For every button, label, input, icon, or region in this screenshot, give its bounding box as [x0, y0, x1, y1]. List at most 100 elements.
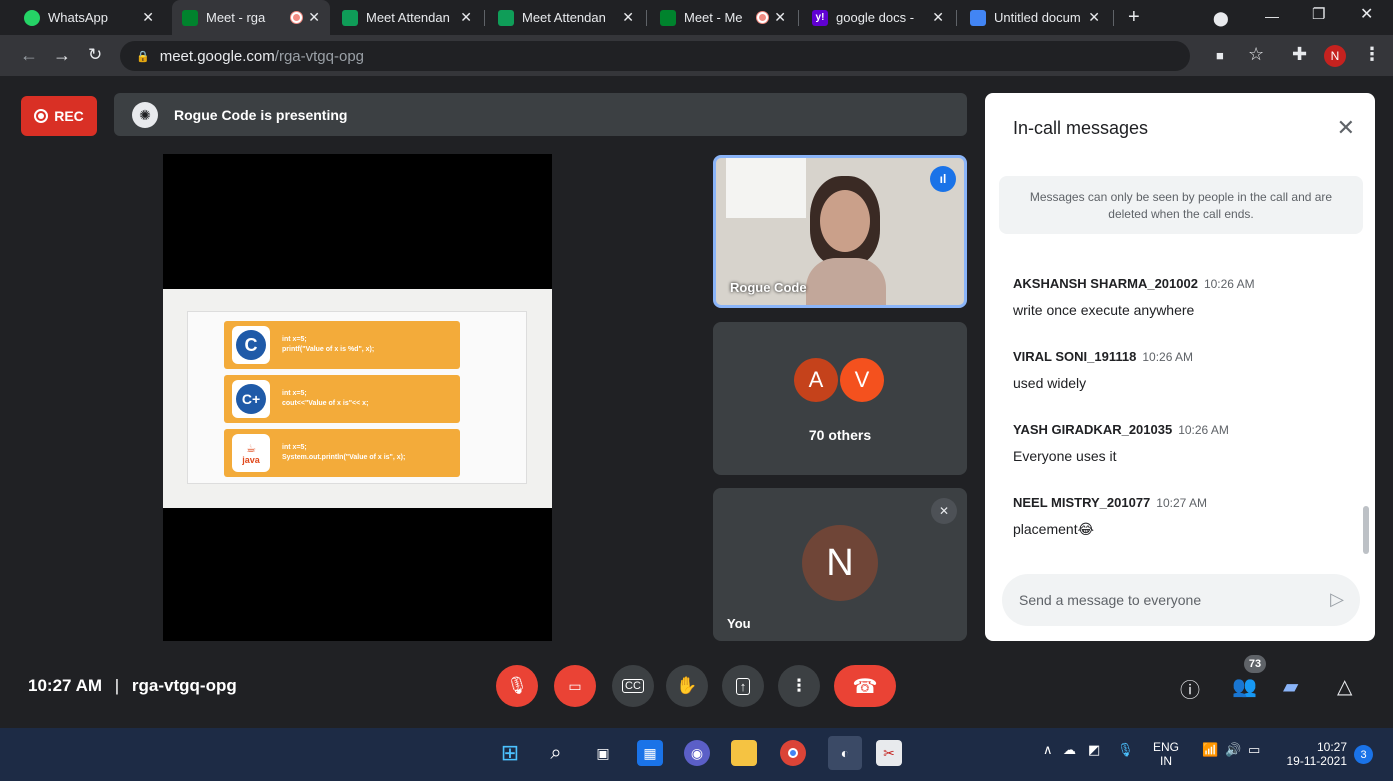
others-count-label: 70 others: [808, 427, 872, 443]
tab-meet-attendance-2[interactable]: Meet Attendan ✕: [488, 0, 644, 35]
tab-meet-active[interactable]: Meet - rga ✕: [172, 0, 330, 35]
close-tab-icon[interactable]: ✕: [142, 9, 154, 26]
browser-toolbar: ← → ↻ 🔒 meet.google.com/rga-vtgq-opg ■ ☆…: [0, 35, 1393, 77]
presentation-video[interactable]: C int x=5; printf("Value of x is %d", x)…: [163, 154, 552, 641]
address-bar[interactable]: 🔒 meet.google.com/rga-vtgq-opg: [120, 41, 1190, 71]
close-tab-icon[interactable]: ✕: [774, 9, 786, 26]
raise-hand-button[interactable]: ✋: [666, 665, 708, 707]
wifi-icon[interactable]: 📶: [1202, 742, 1218, 758]
participant-avatar: V: [840, 358, 884, 402]
muted-mic-icon: ✕: [931, 498, 957, 524]
volume-icon[interactable]: 🔊: [1225, 742, 1241, 758]
camera-off-button[interactable]: ▭: [554, 665, 596, 707]
participant-tile-others[interactable]: A V 70 others: [713, 322, 967, 475]
tab-meet-2[interactable]: Meet - Me ✕: [650, 0, 796, 35]
windows-taskbar: ⊞ ⌕ ▣ ▦ ◉ ◐ ✂ ∧ ☁ ◩ 🎙 ENG IN 📶 🔊 ▭ 10:27…: [0, 728, 1393, 781]
close-tab-icon[interactable]: ✕: [460, 9, 472, 26]
hand-icon: ✋: [676, 676, 698, 695]
search-icon[interactable]: ⌕: [543, 740, 569, 766]
slide-sheet: C int x=5; printf("Value of x is %d", x)…: [163, 289, 552, 508]
tab-meet-attendance-1[interactable]: Meet Attendan ✕: [332, 0, 482, 35]
participant-count-badge: 73: [1244, 655, 1266, 673]
meet-icon: [182, 9, 198, 26]
captions-button[interactable]: CC: [612, 665, 654, 707]
message-text: used widely: [1013, 375, 1087, 391]
battery-icon[interactable]: ▭: [1248, 742, 1260, 758]
widgets-icon[interactable]: ▦: [637, 740, 663, 766]
show-hidden-icons-icon[interactable]: ∧: [1043, 742, 1053, 758]
presenter-avatar: ✺: [132, 102, 158, 128]
minimize-icon[interactable]: —: [1265, 7, 1279, 25]
meeting-info-icon[interactable]: ⓘ: [1180, 674, 1200, 703]
send-icon[interactable]: ▷: [1330, 589, 1344, 610]
close-tab-icon[interactable]: ✕: [1088, 9, 1100, 26]
speaker-name: Rogue Code: [730, 280, 807, 295]
message-sender: VIRAL SONI_191118: [1013, 349, 1137, 364]
restore-icon[interactable]: ❐: [1312, 6, 1325, 24]
chat-scrollbar[interactable]: [1363, 506, 1369, 554]
tab-whatsapp[interactable]: WhatsApp ✕: [14, 0, 164, 35]
teams-chat-icon[interactable]: ◉: [684, 740, 710, 766]
message-sender: YASH GIRADKAR_201035: [1013, 422, 1173, 437]
activities-icon[interactable]: △: [1337, 674, 1352, 699]
message-text: Everyone uses it: [1013, 448, 1117, 464]
reload-icon[interactable]: ↻: [88, 46, 102, 64]
close-tab-icon[interactable]: ✕: [932, 9, 944, 26]
forward-icon[interactable]: →: [53, 46, 71, 64]
browser-tab-strip: WhatsApp ✕ Meet - rga ✕ Meet Attendan ✕ …: [0, 0, 1393, 35]
chrome-icon[interactable]: [780, 740, 806, 766]
present-now-button[interactable]: ↑: [722, 665, 764, 707]
file-explorer-icon[interactable]: [731, 740, 757, 766]
chrome-profile-icon[interactable]: ◐: [828, 736, 862, 770]
message-text: placement😂: [1013, 521, 1094, 537]
close-tab-icon[interactable]: ✕: [308, 9, 320, 26]
message-time: 10:26 AM: [1142, 350, 1194, 364]
tab-untitled-document[interactable]: Untitled docum ✕: [960, 0, 1110, 35]
microphone-in-use-icon[interactable]: 🎙: [1117, 742, 1134, 758]
participant-tile-speaker[interactable]: ıl Rogue Code: [713, 155, 967, 308]
back-icon[interactable]: ←: [20, 46, 38, 64]
message-time: 10:26 AM: [1203, 277, 1255, 291]
close-icon[interactable]: ✕: [1337, 115, 1355, 141]
extensions-icon[interactable]: ✚: [1292, 45, 1307, 63]
tab-title: Untitled docum: [994, 10, 1081, 25]
message-time: 10:27 AM: [1156, 496, 1207, 510]
system-tray-icon[interactable]: ◩: [1088, 742, 1100, 758]
speaker-video: [796, 168, 896, 305]
snipping-tool-icon[interactable]: ✂: [876, 740, 902, 766]
tab-search-icon[interactable]: ⬤: [1213, 9, 1229, 27]
tab-title: google docs -: [836, 10, 915, 25]
url-host: meet.google.com: [159, 47, 275, 65]
chat-message-input[interactable]: Send a message to everyone ▷: [1002, 574, 1360, 626]
people-icon[interactable]: 👥: [1232, 674, 1257, 699]
sheets-icon: [498, 9, 514, 26]
divider: |: [114, 676, 120, 695]
more-menu-icon[interactable]: ⋮: [1363, 45, 1381, 63]
code-card-c: C int x=5; printf("Value of x is %d", x)…: [224, 321, 460, 369]
language-indicator[interactable]: ENG IN: [1153, 740, 1179, 768]
chat-panel: In-call messages ✕ Messages can only be …: [985, 93, 1375, 641]
recording-button[interactable]: REC: [21, 96, 97, 136]
window-close-icon[interactable]: ✕: [1360, 6, 1373, 24]
presenting-text: Rogue Code is presenting: [174, 106, 348, 123]
chat-icon[interactable]: ▰: [1283, 674, 1298, 699]
hang-up-icon: ☎: [852, 675, 878, 698]
tab-yahoo-search[interactable]: y! google docs - ✕: [802, 0, 954, 35]
windows-start-icon[interactable]: ⊞: [497, 740, 523, 766]
participant-tile-self[interactable]: ✕ N You: [713, 488, 967, 641]
new-tab-icon[interactable]: +: [1128, 7, 1140, 27]
notification-badge[interactable]: 3: [1354, 745, 1373, 764]
close-tab-icon[interactable]: ✕: [622, 9, 634, 26]
more-options-button[interactable]: ⋮: [778, 665, 820, 707]
camera-in-use-icon[interactable]: ■: [1216, 47, 1224, 65]
leave-call-button[interactable]: ☎: [834, 665, 896, 707]
microphone-off-button[interactable]: 🎙: [496, 665, 538, 707]
java-language-logo: ☕ java: [232, 434, 270, 472]
taskbar-clock[interactable]: 10:27 19-11-2021: [1285, 740, 1348, 768]
task-view-icon[interactable]: ▣: [590, 740, 616, 766]
more-vert-icon: ⋮: [790, 676, 808, 695]
bookmark-star-icon[interactable]: ☆: [1248, 45, 1264, 63]
onedrive-icon[interactable]: ☁: [1063, 742, 1076, 758]
meeting-time: 10:27 AM: [28, 676, 103, 695]
profile-avatar[interactable]: N: [1324, 45, 1346, 67]
